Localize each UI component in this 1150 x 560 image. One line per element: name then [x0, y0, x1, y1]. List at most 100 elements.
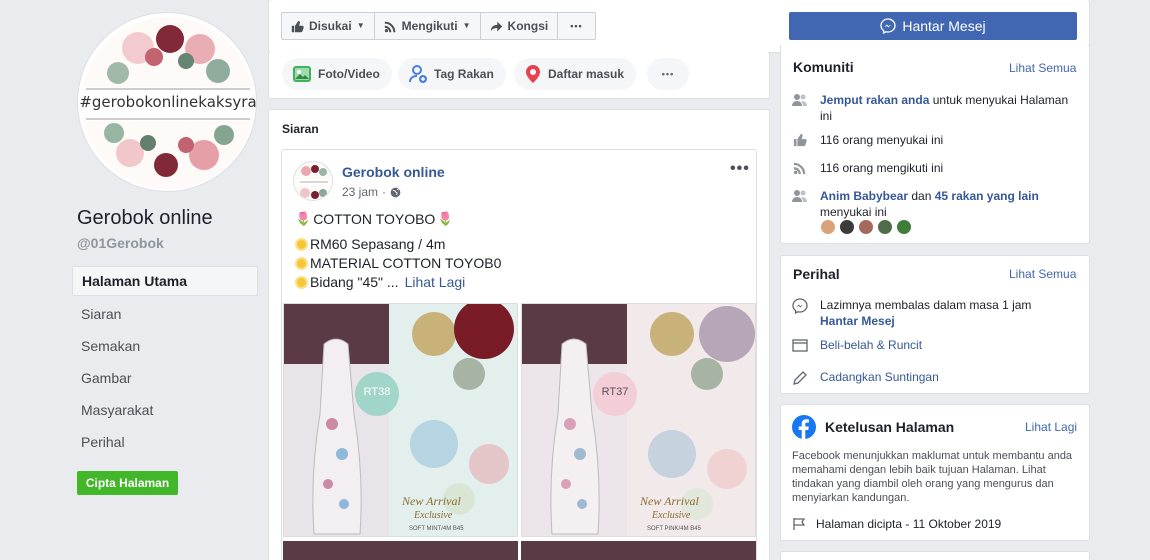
page-avatar[interactable]: #gerobokonlinekaksyra: [77, 12, 257, 192]
friends-icon: [792, 94, 807, 106]
likes-count-row: 116 orang menyukai ini: [792, 132, 943, 148]
thumbs-up-icon: [291, 20, 304, 32]
suggest-edits-row: Cadangkan Suntingan: [792, 369, 939, 386]
friends-icon: [792, 190, 807, 202]
share-button[interactable]: Kongsi: [481, 13, 559, 39]
storefront-icon: [792, 339, 808, 352]
more-dots-icon: •••: [661, 69, 675, 79]
nav-item-posts[interactable]: Siaran: [72, 298, 258, 330]
nav-item-photos[interactable]: Gambar: [72, 362, 258, 394]
friend-avatars: [820, 219, 912, 235]
about-see-all-link[interactable]: Lihat Semua: [1009, 267, 1076, 281]
more-actions-button[interactable]: •••: [558, 13, 594, 39]
post-author-avatar[interactable]: [293, 161, 333, 201]
tag-friends-icon: [409, 65, 427, 83]
transparency-description: Facebook menunjukkan maklumat untuk memb…: [792, 450, 1073, 504]
response-time-row: Lazimnya membalas dalam masa 1 jam Hantar…: [792, 297, 1031, 329]
page-nav: Halaman Utama Siaran Semakan Gambar Masy…: [72, 266, 258, 458]
nav-item-home[interactable]: Halaman Utama: [72, 266, 258, 296]
send-message-button[interactable]: Hantar Mesej: [789, 12, 1077, 40]
liked-label: Disukai: [309, 19, 352, 33]
invite-friends-link[interactable]: Jemput rakan anda: [820, 93, 929, 107]
tag-friends-button[interactable]: Tag Rakan: [398, 58, 506, 90]
page-handle[interactable]: @01Gerobok: [77, 235, 164, 251]
blossom-icon: [295, 237, 308, 251]
messenger-icon: [792, 298, 808, 314]
check-in-button[interactable]: Daftar masuk: [514, 58, 637, 90]
other-friends-link[interactable]: 45 rakan yang lain: [935, 189, 1039, 203]
photo-caption-2: Exclusive: [414, 510, 453, 521]
photo-code-label: RT38: [363, 386, 391, 398]
category-row: Beli-belah & Runcit: [792, 337, 922, 353]
send-message-label: Hantar Mesej: [902, 18, 986, 34]
transparency-see-more-link[interactable]: Lihat Lagi: [1025, 420, 1077, 434]
following-button[interactable]: Mengikuti ▼: [375, 13, 481, 39]
suggest-edits-link[interactable]: Cadangkan Suntingan: [820, 369, 939, 386]
post-photo-2[interactable]: RT37 New Arrival Exclusive SOFT PINK/4M …: [521, 303, 756, 537]
post-photo-4[interactable]: [521, 541, 756, 560]
flag-icon: [793, 518, 806, 530]
photo-caption: New Arrival: [402, 494, 461, 508]
globe-icon: [390, 187, 401, 197]
more-dots-icon: •••: [570, 21, 583, 31]
friend-avatar[interactable]: [820, 219, 836, 235]
share-arrow-icon: [490, 21, 502, 31]
community-see-all-link[interactable]: Lihat Semua: [1009, 61, 1076, 75]
composer-more-button[interactable]: •••: [647, 58, 689, 90]
friends-like-text: menyukai ini: [820, 205, 887, 219]
liked-button[interactable]: Disukai ▼: [282, 13, 375, 39]
messenger-icon: [880, 18, 897, 34]
photo-caption: New Arrival: [640, 494, 699, 508]
friend-avatar[interactable]: [858, 219, 874, 235]
nav-item-community[interactable]: Masyarakat: [72, 394, 258, 426]
about-title: Perihal: [793, 266, 840, 282]
friend-avatar[interactable]: [839, 219, 855, 235]
friend-avatar[interactable]: [877, 219, 893, 235]
rss-icon: [793, 162, 806, 175]
post-options-button[interactable]: •••: [730, 160, 750, 178]
photo-code-label: RT37: [601, 386, 629, 398]
caret-down-icon: ▼: [462, 21, 471, 30]
tag-friends-label: Tag Rakan: [434, 67, 494, 81]
dot-separator: ·: [382, 185, 387, 199]
avatar-text: #gerobokonlinekaksyra: [79, 93, 257, 111]
page-name[interactable]: Gerobok online: [77, 207, 213, 230]
photo-subcaption: SOFT MINT/4M B45: [409, 526, 464, 532]
about-send-message-link[interactable]: Hantar Mesej: [820, 314, 895, 328]
friends-like-row: Anim Babybear dan 45 rakan yang lain men…: [792, 188, 1082, 220]
post-author-name[interactable]: Gerobok online: [342, 164, 445, 180]
post-photo-3[interactable]: [283, 541, 518, 560]
post-line-3: MATERIAL COTTON TOYOB0: [295, 255, 501, 271]
blossom-icon: [295, 256, 308, 270]
friend-name-link[interactable]: Anim Babybear: [820, 189, 908, 203]
location-pin-icon: [526, 65, 540, 83]
caret-down-icon: ▼: [356, 21, 365, 30]
photo-video-label: Foto/Video: [318, 67, 380, 81]
friend-avatar[interactable]: [896, 219, 912, 235]
photo-video-button[interactable]: Foto/Video: [282, 58, 392, 90]
page-created-row: Halaman dicipta - 11 Oktober 2019: [792, 516, 1001, 532]
following-label: Mengikuti: [401, 19, 458, 33]
page-created-text: Halaman dicipta - 11 Oktober 2019: [816, 517, 1002, 531]
facebook-logo-icon: [792, 415, 816, 442]
create-page-button[interactable]: Cipta Halaman: [77, 471, 178, 495]
post-time-text: 23 jam: [342, 185, 379, 199]
page-action-group: Disukai ▼ Mengikuti ▼ Kongsi •••: [281, 12, 596, 40]
post-photo-1[interactable]: RT38 New Arrival Exclusive SOFT MINT/4M …: [283, 303, 518, 537]
follows-count-text: 116 orang mengikuti ini: [820, 161, 944, 175]
nav-item-about[interactable]: Perihal: [72, 426, 258, 458]
post-line-1: 🌷 COTTON TOYOBO 🌷: [295, 211, 454, 227]
category-link[interactable]: Beli-belah & Runcit: [820, 337, 922, 353]
see-more-link[interactable]: Lihat Lagi: [405, 274, 466, 290]
response-time-text: Lazimnya membalas dalam masa 1 jam: [820, 298, 1032, 312]
posts-title: Siaran: [282, 122, 319, 136]
community-title: Komuniti: [793, 59, 854, 75]
fabric-photo-image: [284, 304, 517, 536]
check-in-label: Daftar masuk: [548, 67, 625, 81]
thumbs-up-icon: [793, 133, 807, 147]
pencil-icon: [793, 371, 807, 385]
nav-item-reviews[interactable]: Semakan: [72, 330, 258, 362]
post-timestamp[interactable]: 23 jam ·: [342, 185, 401, 199]
photo-icon: [293, 66, 311, 82]
follows-count-row: 116 orang mengikuti ini: [792, 160, 943, 176]
